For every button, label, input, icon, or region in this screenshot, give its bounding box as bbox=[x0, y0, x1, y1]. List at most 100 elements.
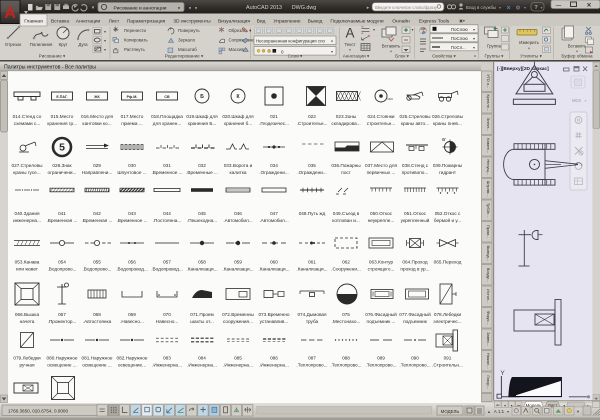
svg-text:021: 021 bbox=[270, 114, 278, 119]
svg-text:074.Дымовая: 074.Дымовая bbox=[297, 312, 327, 317]
svg-text:.Сооружени...: .Сооружени... bbox=[331, 267, 361, 272]
svg-text:Сопряжение ▾: Сопряжение ▾ bbox=[229, 38, 258, 43]
svg-text:Буфер обмена: Буфер обмена bbox=[561, 53, 593, 58]
svg-text:.Водопрово...: .Водопрово... bbox=[83, 267, 112, 272]
svg-text:.Канализаци...: .Канализаци... bbox=[186, 267, 217, 272]
svg-text:Лист: Лист bbox=[109, 19, 120, 25]
svg-text:.Инженерна...: .Инженерна... bbox=[223, 363, 253, 368]
svg-text:Круг: Круг bbox=[59, 42, 68, 47]
svg-text:046: 046 bbox=[234, 211, 242, 216]
svg-text:Перенести: Перенести bbox=[124, 28, 147, 33]
svg-text:041: 041 bbox=[58, 211, 66, 216]
svg-text:.Местонахо...: .Местонахо... bbox=[332, 319, 361, 324]
svg-text:077.Фасадный: 077.Фасадный bbox=[399, 311, 431, 317]
svg-text:▾: ▾ bbox=[473, 36, 475, 41]
svg-text:017.Место: 017.Место bbox=[121, 114, 144, 119]
svg-text:068: 068 bbox=[93, 312, 101, 317]
svg-text:1766.3650, 020.6754, 0.0000: 1766.3650, 020.6754, 0.0000 bbox=[8, 409, 68, 414]
svg-text:087: 087 bbox=[308, 356, 316, 361]
svg-text:057: 057 bbox=[163, 260, 171, 265]
svg-text:Текст: Текст bbox=[344, 42, 355, 47]
svg-text:.Временное ...: .Временное ... bbox=[151, 170, 182, 175]
svg-text:073.Временно: 073.Временно bbox=[258, 312, 289, 317]
svg-text:Блок ▾: Блок ▾ bbox=[395, 53, 410, 58]
svg-text:проход в ур...: проход в ур... bbox=[400, 267, 429, 272]
svg-text:Завес...: Завес... bbox=[486, 332, 491, 346]
svg-text:подъемник ...: подъемник ... bbox=[367, 319, 396, 324]
svg-text:Полилиния: Полилиния bbox=[30, 42, 53, 47]
svg-text:▣▾: ▣▾ bbox=[459, 18, 465, 23]
svg-text:хранения гр...: хранения гр... bbox=[47, 121, 77, 126]
svg-text:освещение...: освещение... bbox=[118, 363, 146, 368]
svg-text:044: 044 bbox=[163, 211, 171, 216]
svg-text:Дуга: Дуга bbox=[78, 42, 88, 47]
svg-text:▾: ▾ bbox=[585, 99, 587, 103]
svg-text:067: 067 bbox=[58, 312, 66, 317]
svg-text:056: 056 bbox=[128, 260, 136, 265]
svg-text:Фокус...: Фокус... bbox=[486, 311, 491, 325]
svg-text:060: 060 bbox=[270, 260, 278, 265]
svg-text:059: 059 bbox=[234, 260, 242, 265]
svg-text:Визуализация: Визуализация bbox=[218, 19, 250, 25]
svg-text:▾: ▾ bbox=[104, 47, 106, 52]
svg-text:Растянуть: Растянуть bbox=[124, 47, 145, 52]
svg-text:070: 070 bbox=[163, 312, 171, 317]
svg-text:▾: ▾ bbox=[411, 27, 413, 32]
svg-text:072.Временны: 072.Временны bbox=[222, 312, 254, 317]
svg-text:Онлайн: Онлайн bbox=[392, 18, 410, 25]
svg-text:036.Пожарны: 036.Пожарны bbox=[331, 163, 361, 168]
svg-text:Палитры инструментов - Все пал: Палитры инструментов - Все палитры bbox=[4, 64, 96, 70]
svg-text:.Ограждени...: .Ограждени... bbox=[297, 170, 326, 175]
svg-text:Управление: Управление bbox=[273, 19, 300, 25]
svg-text:Параметризация: Параметризация bbox=[127, 19, 166, 25]
svg-text:.Канализаци...: .Канализаци... bbox=[258, 267, 289, 272]
svg-text:строительн...: строительн... bbox=[367, 121, 396, 126]
svg-text:инженерна...: инженерна... bbox=[13, 218, 41, 223]
svg-text:014.Стенд со: 014.Стенд со bbox=[13, 114, 42, 119]
svg-text:Элект...: Элект... bbox=[486, 117, 491, 131]
svg-text:A: A bbox=[345, 26, 354, 41]
svg-text:ПоСлою: ПоСлою bbox=[451, 36, 469, 41]
svg-text:062: 062 bbox=[342, 260, 350, 265]
svg-text:.Канализаци...: .Канализаци... bbox=[222, 267, 253, 272]
svg-text:076.Фасадный: 076.Фасадный bbox=[365, 311, 397, 317]
svg-text:электричес...: электричес... bbox=[433, 319, 461, 324]
svg-text:Свойства ▾: Свойства ▾ bbox=[432, 52, 456, 58]
svg-text:Express Tools: Express Tools bbox=[419, 19, 450, 25]
svg-text:.Временные ...: .Временные ... bbox=[186, 170, 218, 175]
svg-text:075: 075 bbox=[342, 312, 350, 317]
svg-text:ограничени...: ограничени... bbox=[48, 170, 77, 175]
svg-text:.Теплопрово...: .Теплопрово... bbox=[399, 363, 430, 368]
svg-text:050.Откос: 050.Откос bbox=[370, 211, 393, 216]
svg-text:085: 085 bbox=[234, 356, 242, 361]
svg-text:078.Лебедки: 078.Лебедки bbox=[434, 312, 462, 317]
svg-text:052.Откос с: 052.Откос с bbox=[435, 211, 461, 216]
svg-text:.Геодезичес...: .Геодезичес... bbox=[259, 121, 289, 126]
svg-text:.Автомобил...: .Автомобил... bbox=[223, 218, 252, 223]
svg-text:.Канализаци...: .Канализаци... bbox=[296, 267, 327, 272]
svg-text:Главная: Главная bbox=[24, 19, 43, 25]
svg-text:краны авто...: краны авто... bbox=[401, 121, 429, 126]
svg-text:029: 029 bbox=[93, 163, 101, 168]
svg-text:Б: Б bbox=[200, 94, 204, 100]
svg-text:⚙: ⚙ bbox=[516, 4, 521, 11]
svg-text:первичных ...: первичных ... bbox=[367, 170, 396, 175]
svg-text:023.Зоны: 023.Зоны bbox=[336, 114, 357, 119]
svg-text:A: A bbox=[4, 5, 16, 22]
svg-text:▾: ▾ bbox=[390, 50, 392, 54]
svg-text:строящего...: строящего... bbox=[368, 267, 395, 272]
svg-text:019.Шкаф для: 019.Шкаф для bbox=[186, 114, 218, 119]
svg-text:Отрезок: Отрезок bbox=[5, 42, 22, 47]
svg-text:Введите ключевое слово/фразу: Введите ключевое слово/фразу bbox=[375, 5, 438, 10]
svg-text:090: 090 bbox=[411, 356, 419, 361]
svg-text:AutoCAD 2013: AutoCAD 2013 bbox=[246, 5, 282, 11]
svg-text:039.Пожарны: 039.Пожарны bbox=[433, 163, 463, 168]
svg-text:⏮: ⏮ bbox=[496, 403, 499, 407]
svg-text:Y: Y bbox=[500, 370, 505, 377]
svg-text:освещение ...: освещение ... bbox=[47, 363, 76, 368]
svg-text:015.Место: 015.Место bbox=[51, 114, 74, 119]
svg-text:схемами с...: схемами с... bbox=[14, 121, 40, 126]
svg-text:складирова...: складирова... bbox=[331, 121, 360, 126]
svg-text:краны гусе...: краны гусе... bbox=[13, 170, 40, 175]
svg-text:Вывод: Вывод bbox=[308, 19, 323, 25]
